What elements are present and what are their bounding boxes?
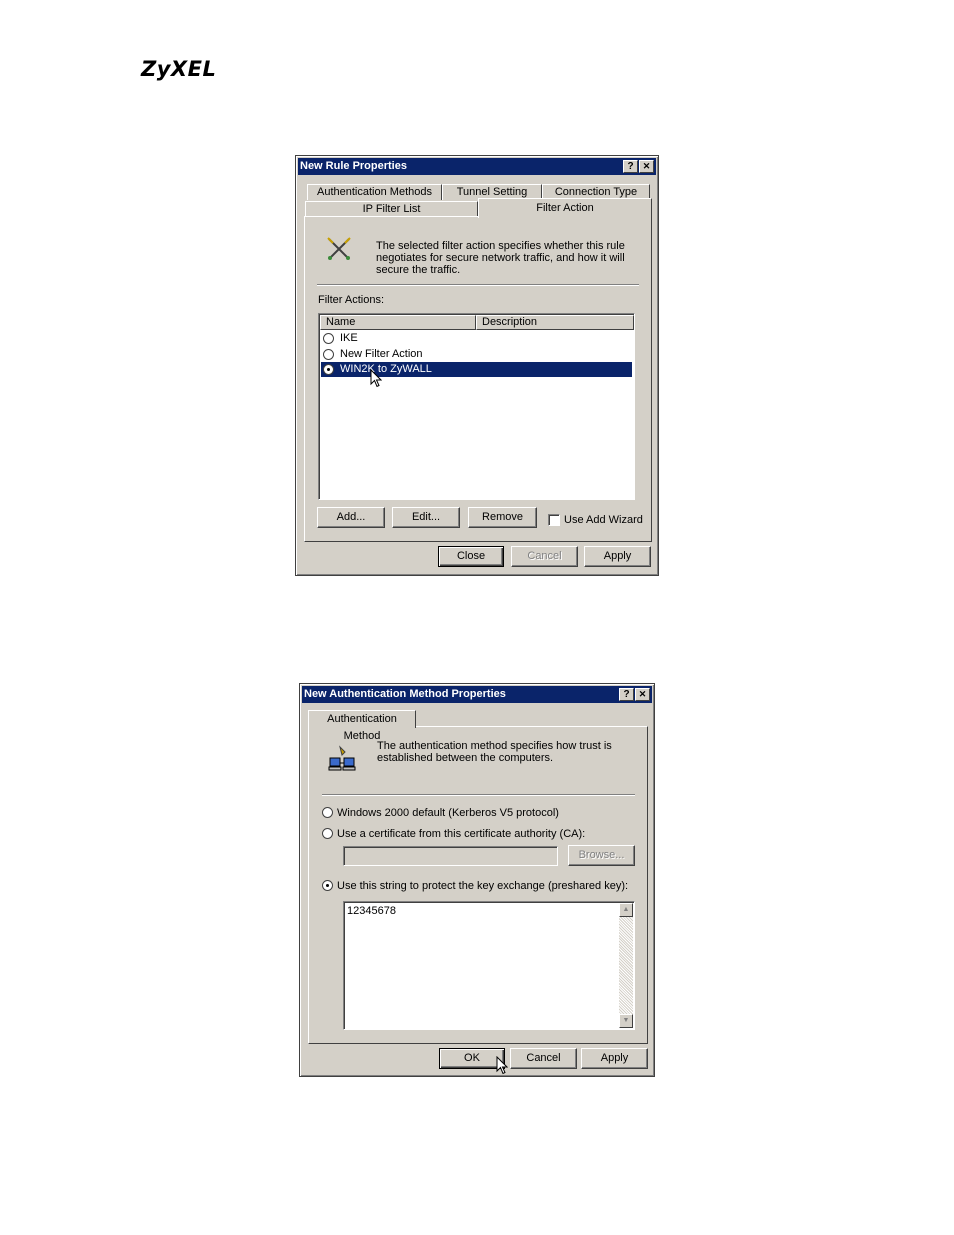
radio-kerberos[interactable] xyxy=(322,807,333,818)
new-authentication-method-properties-dialog: New Authentication Method Properties ? ✕… xyxy=(299,683,655,1077)
cancel-button[interactable]: Cancel xyxy=(510,1048,577,1069)
apply-button[interactable]: Apply xyxy=(581,1048,648,1069)
tab-authentication-methods[interactable]: Authentication Methods xyxy=(307,184,442,200)
radio-certificate[interactable] xyxy=(322,828,333,839)
dialog-title: New Rule Properties xyxy=(300,160,407,172)
filter-actions-list[interactable]: Name Description IKE New Filter Action W… xyxy=(318,313,635,500)
tab-authentication-method[interactable]: Authentication Method xyxy=(308,710,416,742)
edit-button[interactable]: Edit... xyxy=(392,507,460,528)
preshared-key-option-label: Use this string to protect the key excha… xyxy=(337,880,629,892)
list-item-label: WIN2K to ZyWALL xyxy=(340,363,432,375)
browse-button-label: Browse... xyxy=(578,849,625,861)
scrollbar[interactable]: ▲ ▼ xyxy=(619,903,633,1028)
use-add-wizard-checkbox[interactable] xyxy=(548,514,560,526)
apply-button-label: Apply xyxy=(603,550,632,562)
tab-filter-action[interactable]: Filter Action xyxy=(478,198,652,218)
radio-preshared-key[interactable] xyxy=(322,880,333,891)
close-icon[interactable]: ✕ xyxy=(639,160,654,173)
filter-action-description: The selected filter action specifies whe… xyxy=(376,240,625,276)
ok-button-label: OK xyxy=(464,1052,480,1064)
column-header-name[interactable]: Name xyxy=(320,315,476,330)
use-add-wizard-label: Use Add Wizard xyxy=(564,514,643,526)
cancel-button-label: Cancel xyxy=(526,1052,561,1064)
help-button[interactable]: ? xyxy=(623,160,638,173)
add-button[interactable]: Add... xyxy=(317,507,385,528)
authentication-description: The authentication method specifies how … xyxy=(377,740,612,764)
edit-button-label: Edit... xyxy=(411,511,441,523)
tab-ip-filter-list[interactable]: IP Filter List xyxy=(305,201,478,217)
browse-button[interactable]: Browse... xyxy=(568,845,635,866)
column-header-description[interactable]: Description xyxy=(476,315,634,330)
mouse-cursor-icon xyxy=(370,369,382,388)
certificate-option-label: Use a certificate from this certificate … xyxy=(337,828,586,840)
help-button[interactable]: ? xyxy=(619,688,634,701)
close-icon[interactable]: ✕ xyxy=(635,688,650,701)
radio-new-filter-action[interactable] xyxy=(323,349,334,360)
title-bar: New Authentication Method Properties ? ✕ xyxy=(302,686,652,703)
list-item-new-filter-action[interactable]: New Filter Action xyxy=(321,347,632,362)
certificate-authority-field[interactable] xyxy=(343,846,558,866)
scroll-down-icon[interactable]: ▼ xyxy=(619,1014,633,1028)
radio-win2k-to-zywall[interactable] xyxy=(323,364,334,375)
filter-action-icon xyxy=(327,237,351,260)
close-button[interactable]: Close xyxy=(438,546,504,567)
dialog-title: New Authentication Method Properties xyxy=(304,688,506,700)
scroll-up-icon[interactable]: ▲ xyxy=(619,903,633,917)
separator xyxy=(317,284,639,286)
list-item-win2k-to-zywall[interactable]: WIN2K to ZyWALL xyxy=(321,362,632,377)
remove-button-label: Remove xyxy=(482,511,523,523)
apply-button-label: Apply xyxy=(600,1052,629,1064)
kerberos-option-label: Windows 2000 default (Kerberos V5 protoc… xyxy=(337,807,559,819)
filter-actions-label: Filter Actions: xyxy=(318,294,385,306)
cancel-button[interactable]: Cancel xyxy=(511,546,578,567)
list-item-ike[interactable]: IKE xyxy=(321,331,632,346)
add-button-label: Add... xyxy=(336,511,366,523)
preshared-key-value: 12345678 xyxy=(347,905,396,917)
preshared-key-input[interactable]: 12345678 ▲ ▼ xyxy=(343,901,635,1030)
remove-button[interactable]: Remove xyxy=(468,507,537,528)
close-button-label: Close xyxy=(456,550,486,562)
separator xyxy=(322,794,635,796)
list-item-label: New Filter Action xyxy=(340,348,423,360)
cancel-button-label: Cancel xyxy=(527,550,562,562)
title-bar: New Rule Properties ? ✕ xyxy=(298,158,656,175)
list-item-label: IKE xyxy=(340,332,358,344)
mouse-cursor-icon xyxy=(496,1056,508,1075)
zyxel-logo: ZyXEL xyxy=(141,57,217,81)
computers-network-icon xyxy=(328,745,356,771)
new-rule-properties-dialog: New Rule Properties ? ✕ Authentication M… xyxy=(295,155,659,576)
radio-ike[interactable] xyxy=(323,333,334,344)
apply-button[interactable]: Apply xyxy=(584,546,651,567)
